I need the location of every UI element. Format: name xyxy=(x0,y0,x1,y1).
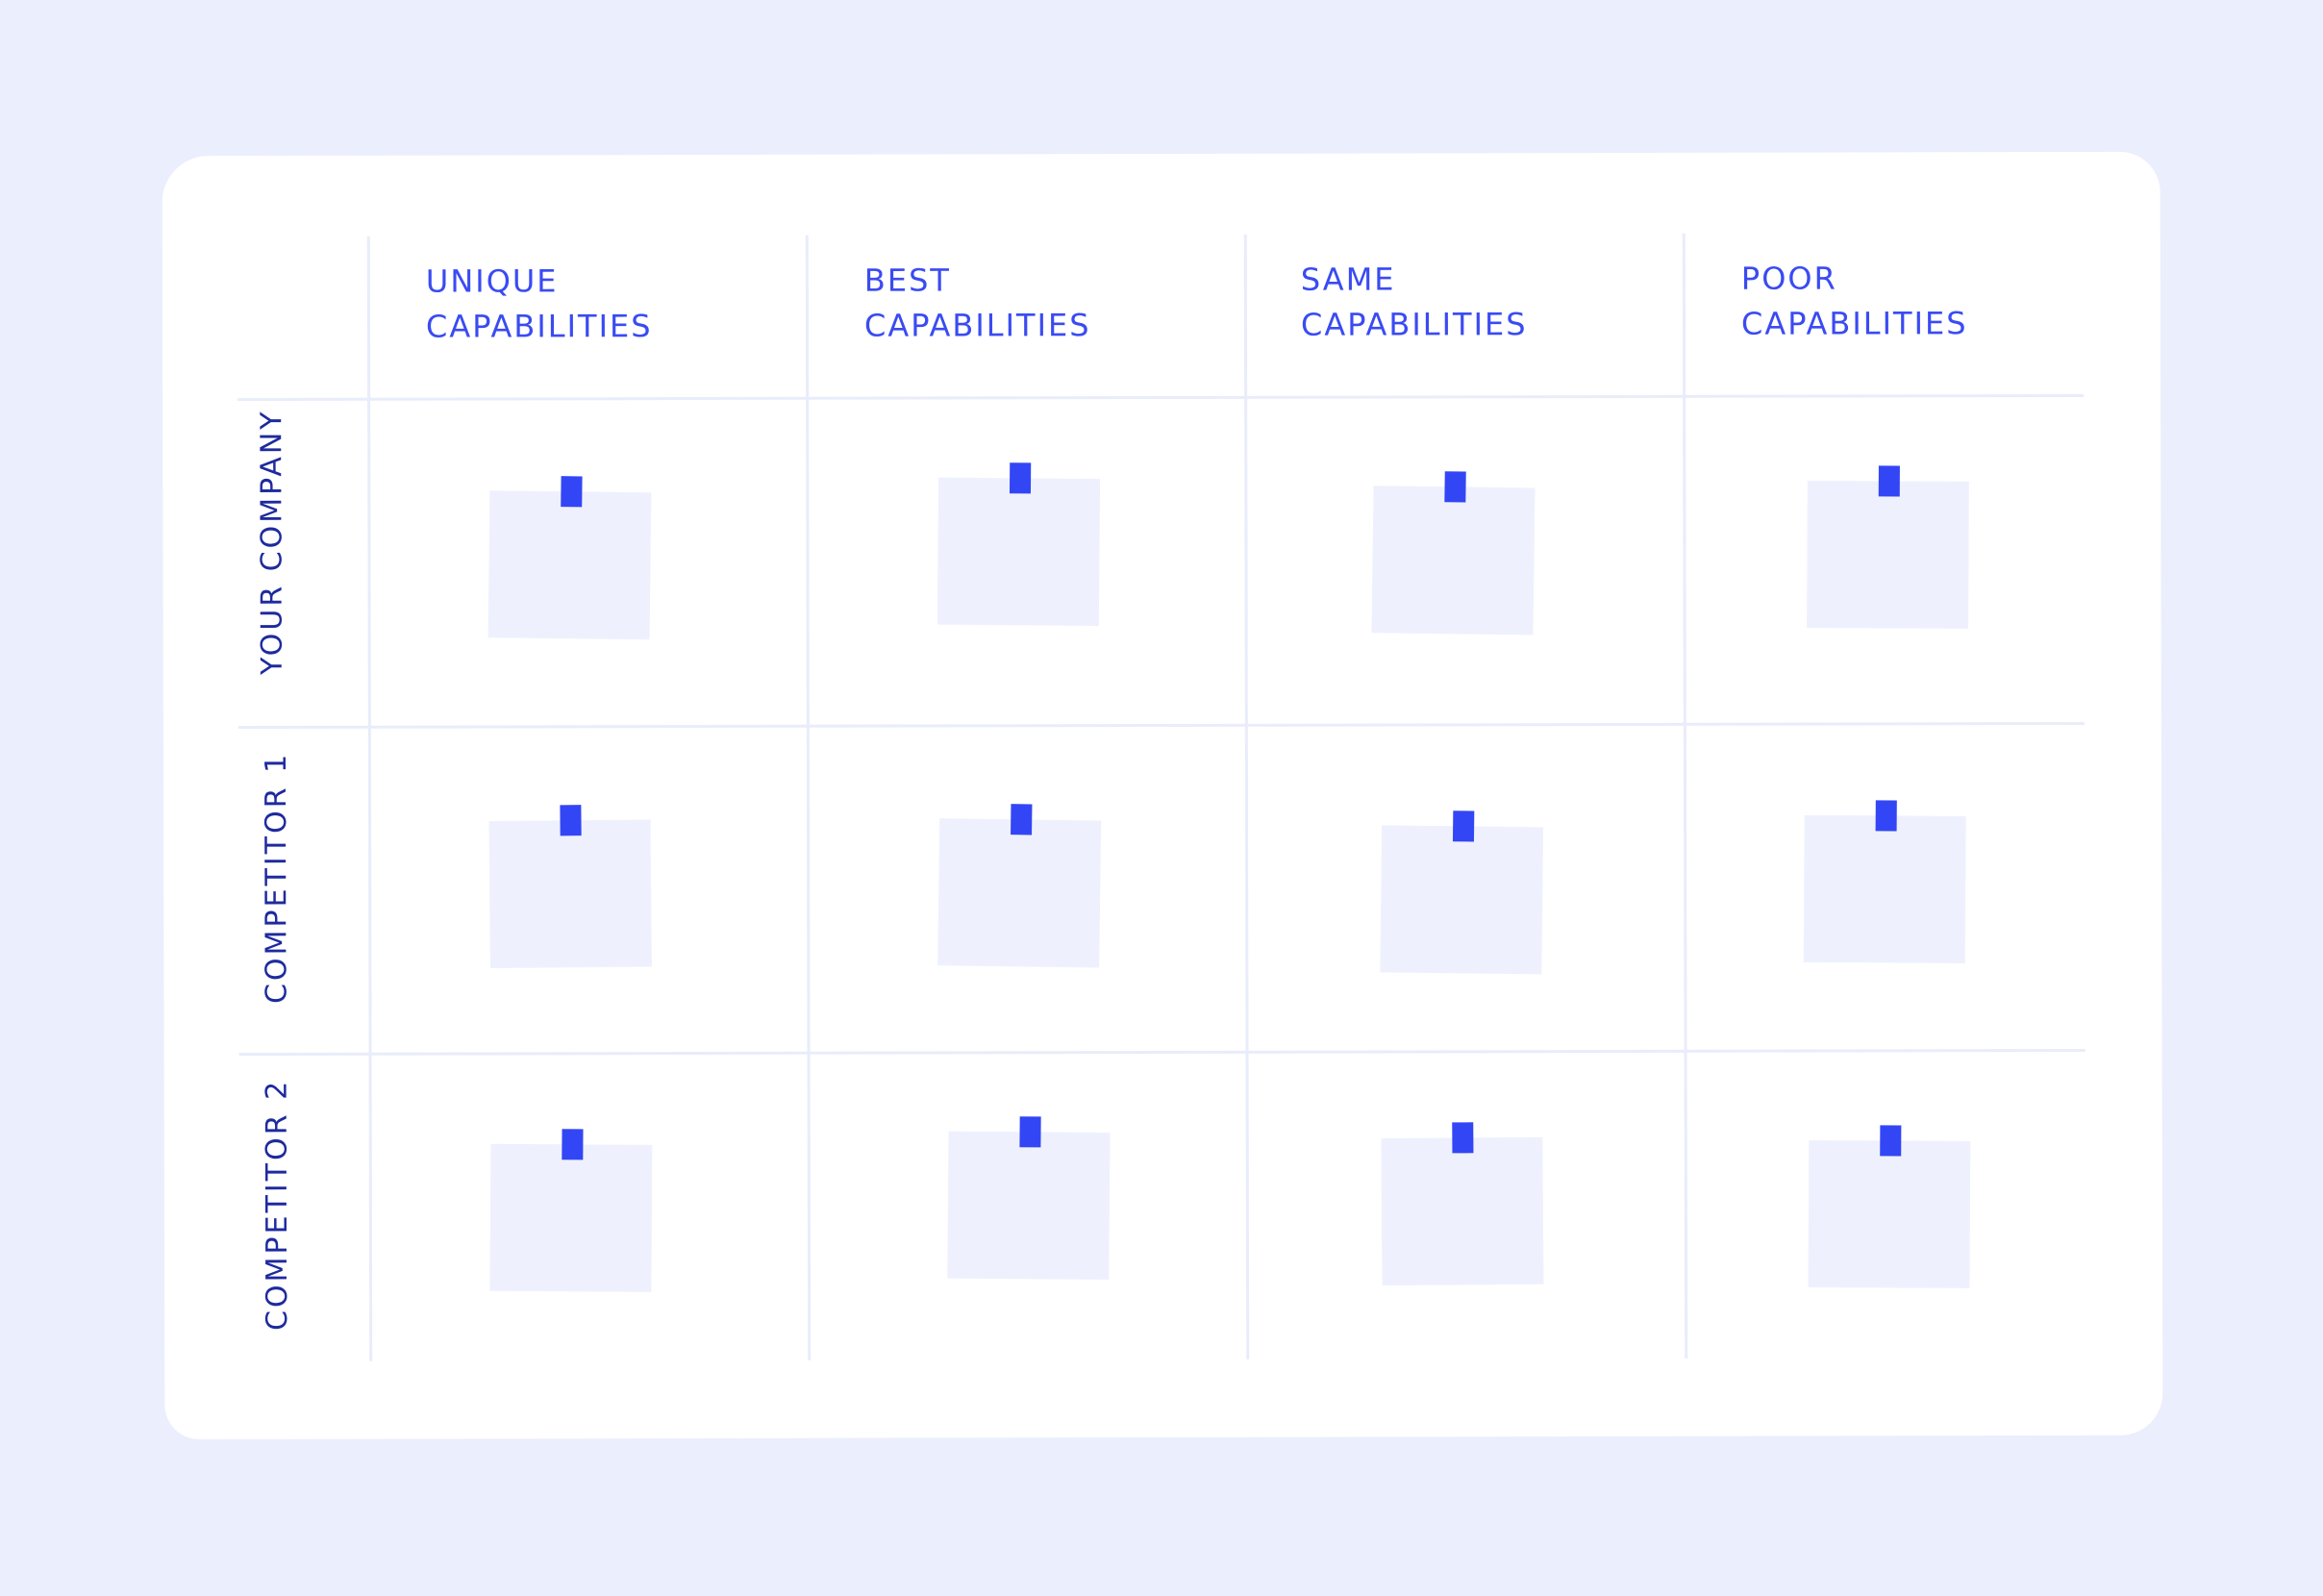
sticky-note[interactable] xyxy=(1807,465,1969,629)
grid-divider xyxy=(237,721,2085,730)
column-header-line2: capabilities xyxy=(1300,306,1528,343)
tape-icon xyxy=(1019,1116,1041,1148)
column-header-line2: capabilities xyxy=(1740,305,1968,342)
column-header-line2: capabilities xyxy=(425,308,653,345)
sticky-note[interactable] xyxy=(1808,1125,1971,1288)
grid-divider xyxy=(1682,233,1688,1359)
tape-icon xyxy=(562,1129,584,1160)
sticky-note[interactable] xyxy=(487,476,652,640)
grid-divider xyxy=(805,235,812,1360)
tape-icon xyxy=(1452,1122,1474,1154)
tape-icon xyxy=(561,476,583,508)
tape-icon xyxy=(1880,1125,1902,1157)
row-label-competitor-2: Competitor 2 xyxy=(260,1078,295,1331)
sticky-note[interactable] xyxy=(1371,471,1536,636)
tape-icon xyxy=(1452,810,1475,842)
tape-icon xyxy=(560,805,582,836)
column-header-unique: Unique capabilities xyxy=(426,259,653,349)
grid-divider xyxy=(1243,234,1250,1359)
tape-icon xyxy=(1444,471,1466,503)
sticky-note[interactable] xyxy=(488,805,652,969)
column-header-same: Same capabilities xyxy=(1301,257,1528,347)
grid-divider xyxy=(366,236,373,1361)
sticky-note[interactable] xyxy=(489,1129,653,1292)
grid-divider xyxy=(237,393,2085,402)
tape-icon xyxy=(1011,804,1033,835)
sticky-note[interactable] xyxy=(1380,810,1544,975)
sticky-note[interactable] xyxy=(947,1116,1111,1280)
grid-divider xyxy=(238,1048,2086,1057)
row-label-competitor-1: Competitor 1 xyxy=(259,751,294,1004)
column-header-line1: Same xyxy=(1300,261,1396,298)
tape-icon xyxy=(1878,465,1900,497)
sticky-note[interactable] xyxy=(1381,1122,1544,1285)
column-header-line1: Poor xyxy=(1740,260,1837,297)
tape-icon xyxy=(1009,462,1032,494)
tape-icon xyxy=(1875,800,1897,832)
sticky-note[interactable] xyxy=(937,804,1102,968)
column-header-line1: Unique xyxy=(425,262,559,300)
row-label-your-company: Your company xyxy=(255,409,289,675)
column-header-best: Best capabilities xyxy=(864,258,1091,348)
sticky-note[interactable] xyxy=(1803,800,1966,963)
column-header-line1: Best xyxy=(863,262,951,299)
column-header-poor: Poor capabilities xyxy=(1741,256,1968,346)
matrix-board: Unique capabilities Best capabilities Sa… xyxy=(162,151,2163,1440)
column-header-line2: capabilities xyxy=(863,307,1091,344)
sticky-note[interactable] xyxy=(937,462,1101,627)
